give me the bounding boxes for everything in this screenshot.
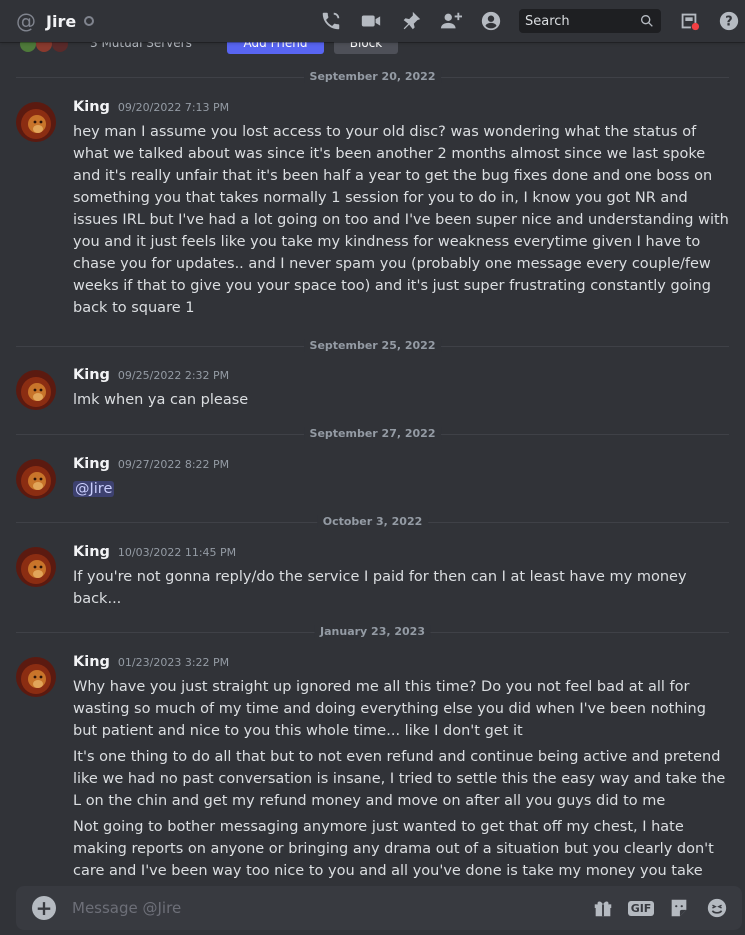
message-composer[interactable]: + Message @Jire GIF xyxy=(16,886,742,930)
timestamp: 09/20/2022 7:13 PM xyxy=(117,101,230,114)
gif-label: GIF xyxy=(627,900,655,916)
date-divider: January 23, 2023 xyxy=(16,624,729,640)
video-call-icon[interactable] xyxy=(359,9,383,33)
user-profile-icon[interactable] xyxy=(479,9,503,33)
message[interactable]: King 09/20/2022 7:13 PM hey man I assume… xyxy=(0,99,745,319)
message-text: hey man I assume you lost access to your… xyxy=(73,124,729,316)
date-divider: September 27, 2022 xyxy=(16,426,729,442)
date-divider: October 3, 2022 xyxy=(16,514,729,530)
message-text: lmk when ya can please xyxy=(73,392,249,408)
avatar[interactable] xyxy=(16,657,56,697)
offline-status-icon xyxy=(84,16,95,26)
author-name[interactable]: King xyxy=(73,456,110,472)
date-divider-label: October 3, 2022 xyxy=(316,515,429,528)
message-input[interactable]: Message @Jire xyxy=(72,899,181,917)
date-divider: September 25, 2022 xyxy=(16,338,729,354)
message-text: It's one thing to do all that but to not… xyxy=(73,749,726,809)
user-mention[interactable]: @Jire xyxy=(73,481,115,497)
avatar[interactable] xyxy=(16,547,56,587)
help-icon[interactable]: ? xyxy=(717,9,741,33)
avatar[interactable] xyxy=(16,370,56,410)
sticker-icon[interactable] xyxy=(666,896,692,920)
pinned-messages-icon[interactable] xyxy=(399,9,423,33)
timestamp: 09/27/2022 8:22 PM xyxy=(117,458,230,471)
inbox-icon[interactable] xyxy=(677,9,701,33)
author-name[interactable]: King xyxy=(73,654,110,670)
message[interactable]: King 01/23/2023 3:22 PM Why have you jus… xyxy=(0,654,745,904)
avatar[interactable] xyxy=(16,459,56,499)
voice-call-icon[interactable] xyxy=(319,9,343,33)
author-name[interactable]: King xyxy=(73,367,110,383)
add-attachment-button[interactable]: + xyxy=(32,896,56,920)
date-divider-label: January 23, 2023 xyxy=(314,625,431,638)
emoji-icon[interactable] xyxy=(704,896,730,920)
timestamp: 09/25/2022 2:32 PM xyxy=(117,369,230,382)
author-name[interactable]: King xyxy=(73,544,110,560)
author-name[interactable]: King xyxy=(73,99,110,115)
message[interactable]: King 09/27/2022 8:22 PM @Jire xyxy=(0,456,745,500)
search-icon xyxy=(641,15,653,27)
channel-header: @ Jire Search ? xyxy=(0,0,745,42)
gift-icon[interactable] xyxy=(590,896,616,920)
header-toolbar: Search ? xyxy=(303,0,745,42)
message[interactable]: King 10/03/2022 11:45 PM If you're not g… xyxy=(0,544,745,610)
date-divider-label: September 20, 2022 xyxy=(303,70,442,83)
timestamp: 01/23/2023 3:22 PM xyxy=(117,656,230,669)
gif-button[interactable]: GIF xyxy=(627,896,655,920)
date-divider-label: September 25, 2022 xyxy=(303,339,442,352)
date-divider-label: September 27, 2022 xyxy=(303,427,442,440)
channel-name: Jire xyxy=(46,11,77,31)
message-list: September 20, 2022 King 09/20/2022 7:13 … xyxy=(0,60,745,904)
svg-text:?: ? xyxy=(725,15,732,30)
message-text: If you're not gonna reply/do the service… xyxy=(73,569,687,607)
avatar[interactable] xyxy=(16,102,56,142)
message[interactable]: King 09/25/2022 2:32 PM lmk when ya can … xyxy=(0,367,745,411)
timestamp: 10/03/2022 11:45 PM xyxy=(117,546,237,559)
message-text: Why have you just straight up ignored me… xyxy=(73,679,706,739)
add-friend-to-dm-icon[interactable] xyxy=(439,9,463,33)
at-sign-icon: @ xyxy=(16,9,36,33)
search-input[interactable]: Search xyxy=(519,9,661,33)
composer-toolbar: GIF xyxy=(578,896,730,920)
date-divider: September 20, 2022 xyxy=(16,69,729,85)
search-placeholder: Search xyxy=(525,13,570,29)
